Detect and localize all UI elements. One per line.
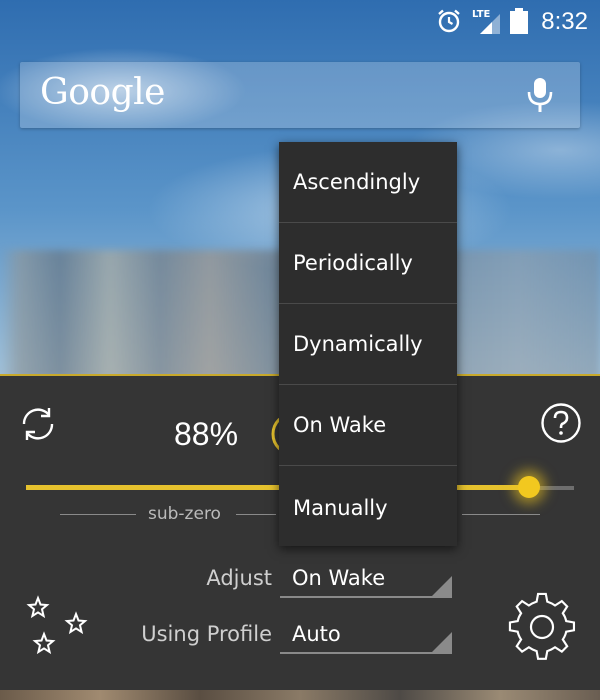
profile-dropdown-underline bbox=[280, 652, 452, 654]
google-logo: Google bbox=[40, 72, 165, 113]
adjust-options-menu: Ascendingly Periodically Dynamically On … bbox=[279, 142, 457, 546]
alarm-icon bbox=[438, 9, 460, 33]
menu-item-periodically[interactable]: Periodically bbox=[279, 223, 457, 304]
stars-icon[interactable] bbox=[24, 592, 94, 662]
wallpaper-bottom-strip bbox=[0, 690, 600, 700]
menu-item-on-wake[interactable]: On Wake bbox=[279, 385, 457, 466]
lte-signal-icon: LTE bbox=[472, 9, 500, 34]
status-time: 8:32 bbox=[541, 8, 588, 35]
menu-item-ascendingly[interactable]: Ascendingly bbox=[279, 142, 457, 223]
svg-text:LTE: LTE bbox=[472, 9, 491, 20]
adjust-dropdown[interactable]: On Wake bbox=[292, 566, 385, 590]
brightness-slider-thumb[interactable] bbox=[518, 476, 540, 498]
status-bar: LTE 8:32 bbox=[0, 0, 600, 44]
profile-label: Using Profile bbox=[141, 622, 272, 646]
divider-line bbox=[236, 514, 276, 515]
gear-icon[interactable] bbox=[508, 592, 578, 662]
refresh-icon[interactable] bbox=[16, 402, 60, 446]
subzero-label: sub-zero bbox=[148, 504, 221, 524]
adjust-label: Adjust bbox=[206, 566, 272, 590]
adjust-dropdown-underline bbox=[280, 596, 452, 598]
menu-item-manually[interactable]: Manually bbox=[279, 466, 457, 550]
profile-dropdown[interactable]: Auto bbox=[292, 622, 341, 646]
battery-icon bbox=[510, 8, 528, 34]
divider-line bbox=[60, 514, 136, 515]
brightness-slider-track[interactable] bbox=[26, 485, 280, 490]
brightness-percent: 88% bbox=[174, 416, 239, 452]
dropdown-caret-icon[interactable] bbox=[432, 576, 452, 596]
menu-item-dynamically[interactable]: Dynamically bbox=[279, 304, 457, 385]
divider-line bbox=[462, 514, 540, 515]
help-icon[interactable] bbox=[540, 402, 582, 444]
dropdown-caret-icon[interactable] bbox=[432, 632, 452, 652]
google-search-bar[interactable]: Google bbox=[20, 62, 580, 128]
mic-icon[interactable] bbox=[526, 76, 554, 114]
